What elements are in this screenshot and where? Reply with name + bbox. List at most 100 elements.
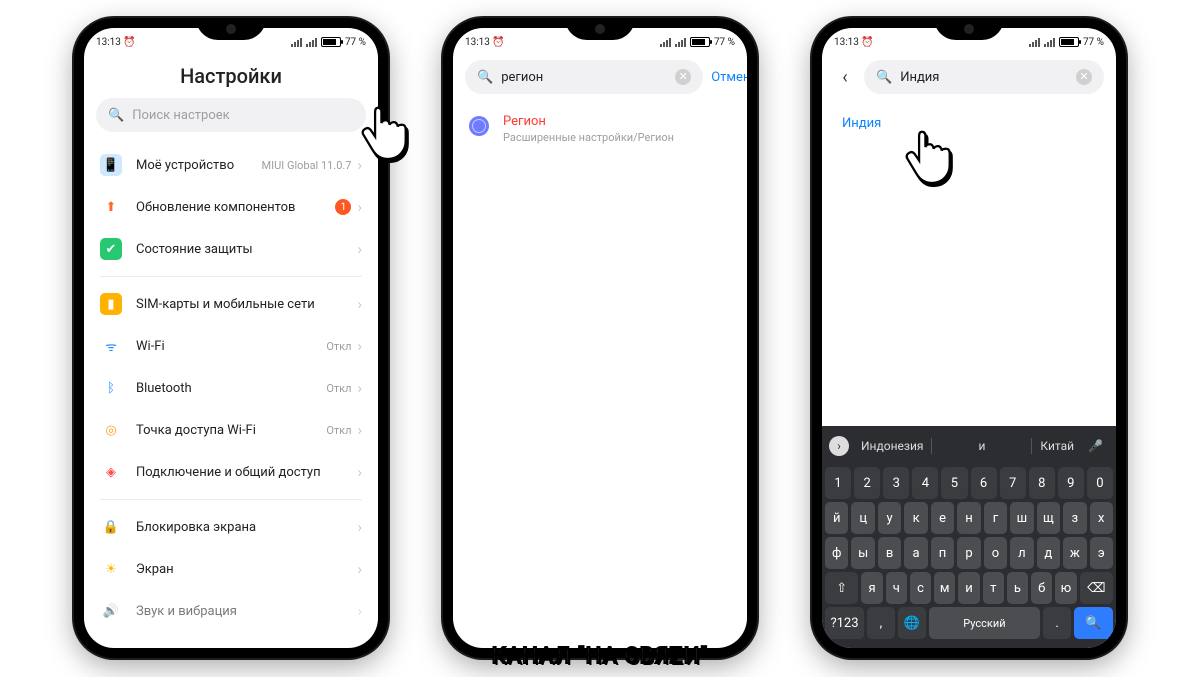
search-input[interactable]: 🔍 ✕ — [465, 60, 703, 94]
chevron-right-icon: › — [357, 602, 362, 620]
item-my-device[interactable]: 📱 Моё устройство MIUI Global 11.0.7 › — [84, 144, 378, 186]
settings-list: 📱 Моё устройство MIUI Global 11.0.7 › ⬆ … — [84, 140, 378, 648]
key-о[interactable]: о — [984, 537, 1007, 569]
key-е[interactable]: е — [931, 502, 954, 534]
key-ш[interactable]: ш — [1010, 502, 1033, 534]
sound-icon: 🔊 — [100, 600, 122, 622]
key-э[interactable]: э — [1090, 537, 1113, 569]
search-field[interactable] — [501, 70, 667, 85]
key-м[interactable]: м — [934, 572, 955, 604]
globe-icon — [469, 116, 489, 136]
divider — [100, 276, 362, 277]
result-title: Регион — [503, 114, 674, 129]
chevron-right-icon: › — [357, 518, 362, 536]
search-icon: 🔍 — [108, 108, 124, 123]
item-wifi[interactable]: ᯤ Wi-Fi Откл › — [84, 325, 378, 367]
suggestion-2[interactable]: и — [932, 436, 1031, 456]
chevron-right-icon: › — [357, 198, 362, 216]
item-lock[interactable]: 🔒 Блокировка экрана › — [84, 506, 378, 548]
item-display[interactable]: ☀ Экран › — [84, 548, 378, 590]
search-placeholder: Поиск настроек — [132, 108, 230, 123]
key-ю[interactable]: ю — [1055, 572, 1076, 604]
item-sim[interactable]: ▮ SIM-карты и мобильные сети › — [84, 283, 378, 325]
key-3[interactable]: 3 — [883, 467, 909, 499]
key-ь[interactable]: ь — [1007, 572, 1028, 604]
hotspot-icon: ◎ — [100, 419, 122, 441]
item-bluetooth[interactable]: ᛒ Bluetooth Откл › — [84, 367, 378, 409]
key-т[interactable]: т — [983, 572, 1004, 604]
bluetooth-icon: ᛒ — [100, 377, 122, 399]
key-п[interactable]: п — [931, 537, 954, 569]
search-icon: 🔍 — [876, 70, 892, 85]
item-connection[interactable]: ◈ Подключение и общий доступ › — [84, 451, 378, 493]
search-field[interactable] — [900, 70, 1068, 85]
keyboard: › Индонезия и Китай 🎤 1234567890 йцукенг… — [822, 426, 1116, 648]
item-updates[interactable]: ⬆ Обновление компонентов 1 › — [84, 186, 378, 228]
notch — [196, 18, 266, 40]
search-input[interactable]: 🔍 Поиск настроек — [96, 98, 366, 132]
search-key[interactable]: 🔍 — [1074, 607, 1113, 639]
key-ы[interactable]: ы — [851, 537, 874, 569]
suggestion-3[interactable]: Китай — [1032, 436, 1082, 456]
key-р[interactable]: р — [957, 537, 980, 569]
key-х[interactable]: х — [1090, 502, 1113, 534]
sim-icon: ▮ — [100, 293, 122, 315]
key-б[interactable]: б — [1031, 572, 1052, 604]
key-л[interactable]: л — [1010, 537, 1033, 569]
key-в[interactable]: в — [878, 537, 901, 569]
key-0[interactable]: 0 — [1087, 467, 1113, 499]
item-sound[interactable]: 🔊 Звук и вибрация › — [84, 590, 378, 632]
cancel-button[interactable]: Отмена — [711, 70, 747, 85]
key-й[interactable]: й — [825, 502, 848, 534]
region-item-india[interactable]: Индия — [822, 102, 1116, 145]
clear-icon[interactable]: ✕ — [1076, 69, 1092, 85]
key-н[interactable]: н — [957, 502, 980, 534]
chevron-right-icon: › — [357, 337, 362, 355]
key-и[interactable]: и — [958, 572, 979, 604]
key-у[interactable]: у — [878, 502, 901, 534]
symbols-key[interactable]: ?123 — [825, 607, 864, 639]
key-5[interactable]: 5 — [941, 467, 967, 499]
key-щ[interactable]: щ — [1037, 502, 1060, 534]
suggestion-expand-icon[interactable]: › — [829, 436, 849, 456]
key-ч[interactable]: ч — [886, 572, 907, 604]
chevron-right-icon: › — [357, 240, 362, 258]
phone-mockup-search: 13:13 ⏰ 77 % 🔍 ✕ Отмена Р — [443, 18, 757, 658]
search-result-region[interactable]: Регион Расширенные настройки/Регион — [453, 102, 747, 156]
key-г[interactable]: г — [984, 502, 1007, 534]
key-с[interactable]: с — [910, 572, 931, 604]
language-key[interactable]: 🌐 — [898, 607, 926, 639]
key-ж[interactable]: ж — [1063, 537, 1086, 569]
lock-icon: 🔒 — [100, 516, 122, 538]
key-к[interactable]: к — [904, 502, 927, 534]
suggestion-1[interactable]: Индонезия — [853, 436, 931, 456]
key-6[interactable]: 6 — [971, 467, 997, 499]
clear-icon[interactable]: ✕ — [675, 69, 691, 85]
item-hotspot[interactable]: ◎ Точка доступа Wi-Fi Откл › — [84, 409, 378, 451]
key-д[interactable]: д — [1037, 537, 1060, 569]
shift-key[interactable]: ⇧ — [825, 572, 858, 604]
key-4[interactable]: 4 — [912, 467, 938, 499]
key-ф[interactable]: ф — [825, 537, 848, 569]
key-1[interactable]: 1 — [825, 467, 851, 499]
key-7[interactable]: 7 — [1000, 467, 1026, 499]
signal-icon — [291, 38, 302, 47]
divider — [100, 499, 362, 500]
key-9[interactable]: 9 — [1058, 467, 1084, 499]
key-ц[interactable]: ц — [851, 502, 874, 534]
space-key[interactable]: Русский — [929, 607, 1040, 639]
item-security[interactable]: ✔ Состояние защиты › — [84, 228, 378, 270]
signal-icon — [306, 38, 317, 47]
search-input[interactable]: 🔍 ✕ — [864, 60, 1104, 94]
key-2[interactable]: 2 — [854, 467, 880, 499]
comma-key[interactable]: , — [867, 607, 895, 639]
result-path: Расширенные настройки/Регион — [503, 131, 674, 144]
key-а[interactable]: а — [904, 537, 927, 569]
mic-icon[interactable]: 🎤 — [1082, 439, 1109, 453]
backspace-key[interactable]: ⌫ — [1080, 572, 1113, 604]
period-key[interactable]: . — [1043, 607, 1071, 639]
key-8[interactable]: 8 — [1029, 467, 1055, 499]
back-icon[interactable]: ‹ — [834, 67, 856, 88]
key-з[interactable]: з — [1063, 502, 1086, 534]
key-я[interactable]: я — [861, 572, 882, 604]
